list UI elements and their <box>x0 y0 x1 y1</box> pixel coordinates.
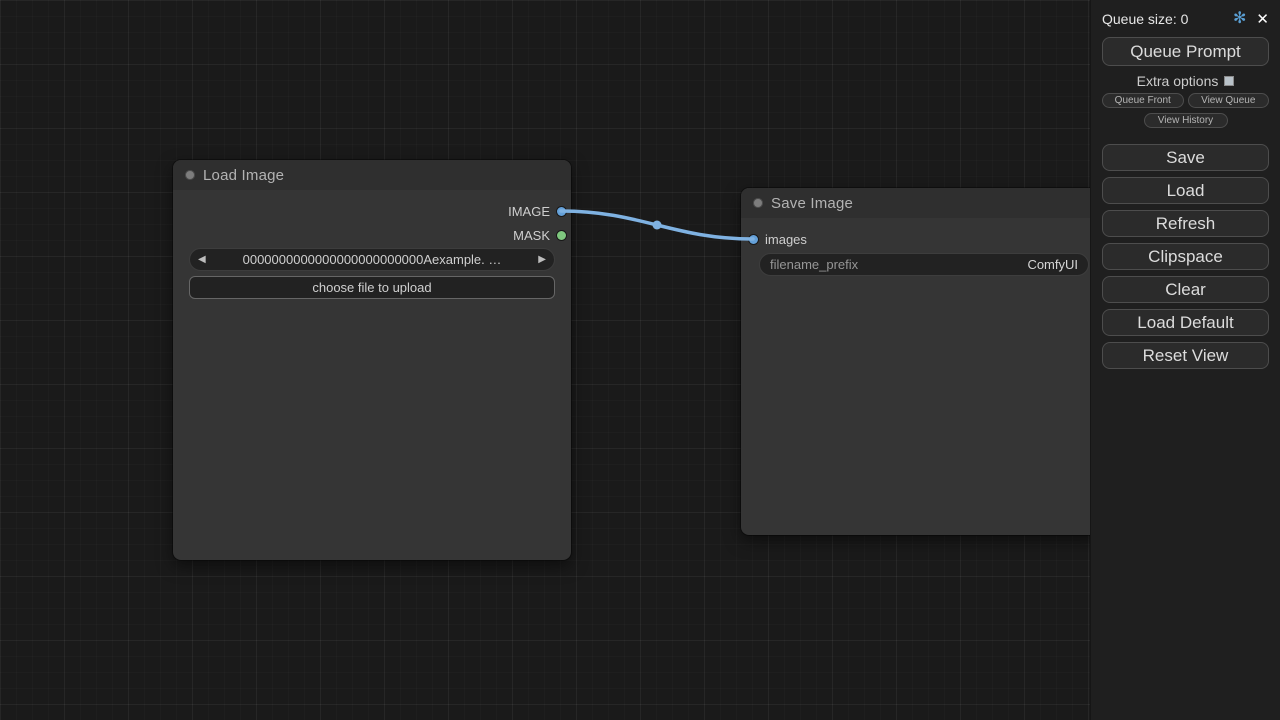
view-queue-button[interactable]: View Queue <box>1188 93 1270 108</box>
settings-gear-icon[interactable]: ✻ <box>1233 11 1246 27</box>
queue-size-label: Queue size: 0 <box>1102 11 1188 27</box>
node-save-image[interactable]: Save Image images filename_prefix ComfyU… <box>741 188 1101 535</box>
filename-prefix-widget[interactable]: filename_prefix ComfyUI <box>759 253 1089 276</box>
link-midpoint-dot <box>653 221 662 230</box>
output-slot-image[interactable]: IMAGE <box>508 199 566 223</box>
filename-prefix-label: filename_prefix <box>770 257 858 272</box>
history-row: View History <box>1102 113 1269 128</box>
view-history-button[interactable]: View History <box>1144 113 1228 128</box>
combo-prev-icon[interactable]: ◀ <box>198 255 206 265</box>
save-image-titlebar[interactable]: Save Image <box>741 188 1101 218</box>
queue-prompt-button[interactable]: Queue Prompt <box>1102 37 1269 66</box>
output-slot-mask[interactable]: MASK <box>508 223 566 247</box>
queue-status-row: Queue size: 0 ✻ ✕ <box>1102 10 1269 28</box>
output-slots: IMAGE MASK <box>508 199 566 247</box>
choose-file-button[interactable]: choose file to upload <box>189 276 555 299</box>
close-icon[interactable]: ✕ <box>1256 12 1269 27</box>
input-dot-images-icon[interactable] <box>749 235 758 244</box>
output-dot-image-icon[interactable] <box>557 207 566 216</box>
extra-options-row: Extra options <box>1102 74 1269 88</box>
collapse-dot-icon[interactable] <box>753 198 763 208</box>
slot-label-mask: MASK <box>513 228 550 243</box>
combo-next-icon[interactable]: ▶ <box>538 255 546 265</box>
load-button[interactable]: Load <box>1102 177 1269 204</box>
menu-buttons: Save Load Refresh Clipspace Clear Load D… <box>1102 144 1269 369</box>
extra-options-label: Extra options <box>1137 73 1219 89</box>
menu-panel: Queue size: 0 ✻ ✕ Queue Prompt Extra opt… <box>1090 0 1280 720</box>
save-button[interactable]: Save <box>1102 144 1269 171</box>
refresh-button[interactable]: Refresh <box>1102 210 1269 237</box>
reset-view-button[interactable]: Reset View <box>1102 342 1269 369</box>
panel-icons: ✻ ✕ <box>1233 11 1269 27</box>
node-title: Load Image <box>203 167 284 184</box>
slot-label-images: images <box>765 232 807 247</box>
node-load-image[interactable]: Load Image IMAGE MASK ◀ 0000000000000000… <box>173 160 571 560</box>
output-dot-mask-icon[interactable] <box>557 231 566 240</box>
queue-front-button[interactable]: Queue Front <box>1102 93 1184 108</box>
filename-prefix-value: ComfyUI <box>1027 257 1078 272</box>
node-graph-canvas[interactable]: Load Image IMAGE MASK ◀ 0000000000000000… <box>0 0 1280 720</box>
combo-value: 0000000000000000000000000Aexample. … <box>210 252 535 267</box>
slot-label-image: IMAGE <box>508 204 550 219</box>
image-file-combo[interactable]: ◀ 0000000000000000000000000Aexample. … ▶ <box>189 248 555 271</box>
extra-options-checkbox[interactable] <box>1224 76 1234 86</box>
node-title: Save Image <box>771 195 853 212</box>
queue-actions-row: Queue Front View Queue <box>1102 93 1269 108</box>
input-slot-images[interactable]: images <box>749 227 807 251</box>
clipspace-button[interactable]: Clipspace <box>1102 243 1269 270</box>
collapse-dot-icon[interactable] <box>185 170 195 180</box>
load-default-button[interactable]: Load Default <box>1102 309 1269 336</box>
load-image-titlebar[interactable]: Load Image <box>173 160 571 190</box>
clear-button[interactable]: Clear <box>1102 276 1269 303</box>
input-slots: images <box>749 227 807 251</box>
